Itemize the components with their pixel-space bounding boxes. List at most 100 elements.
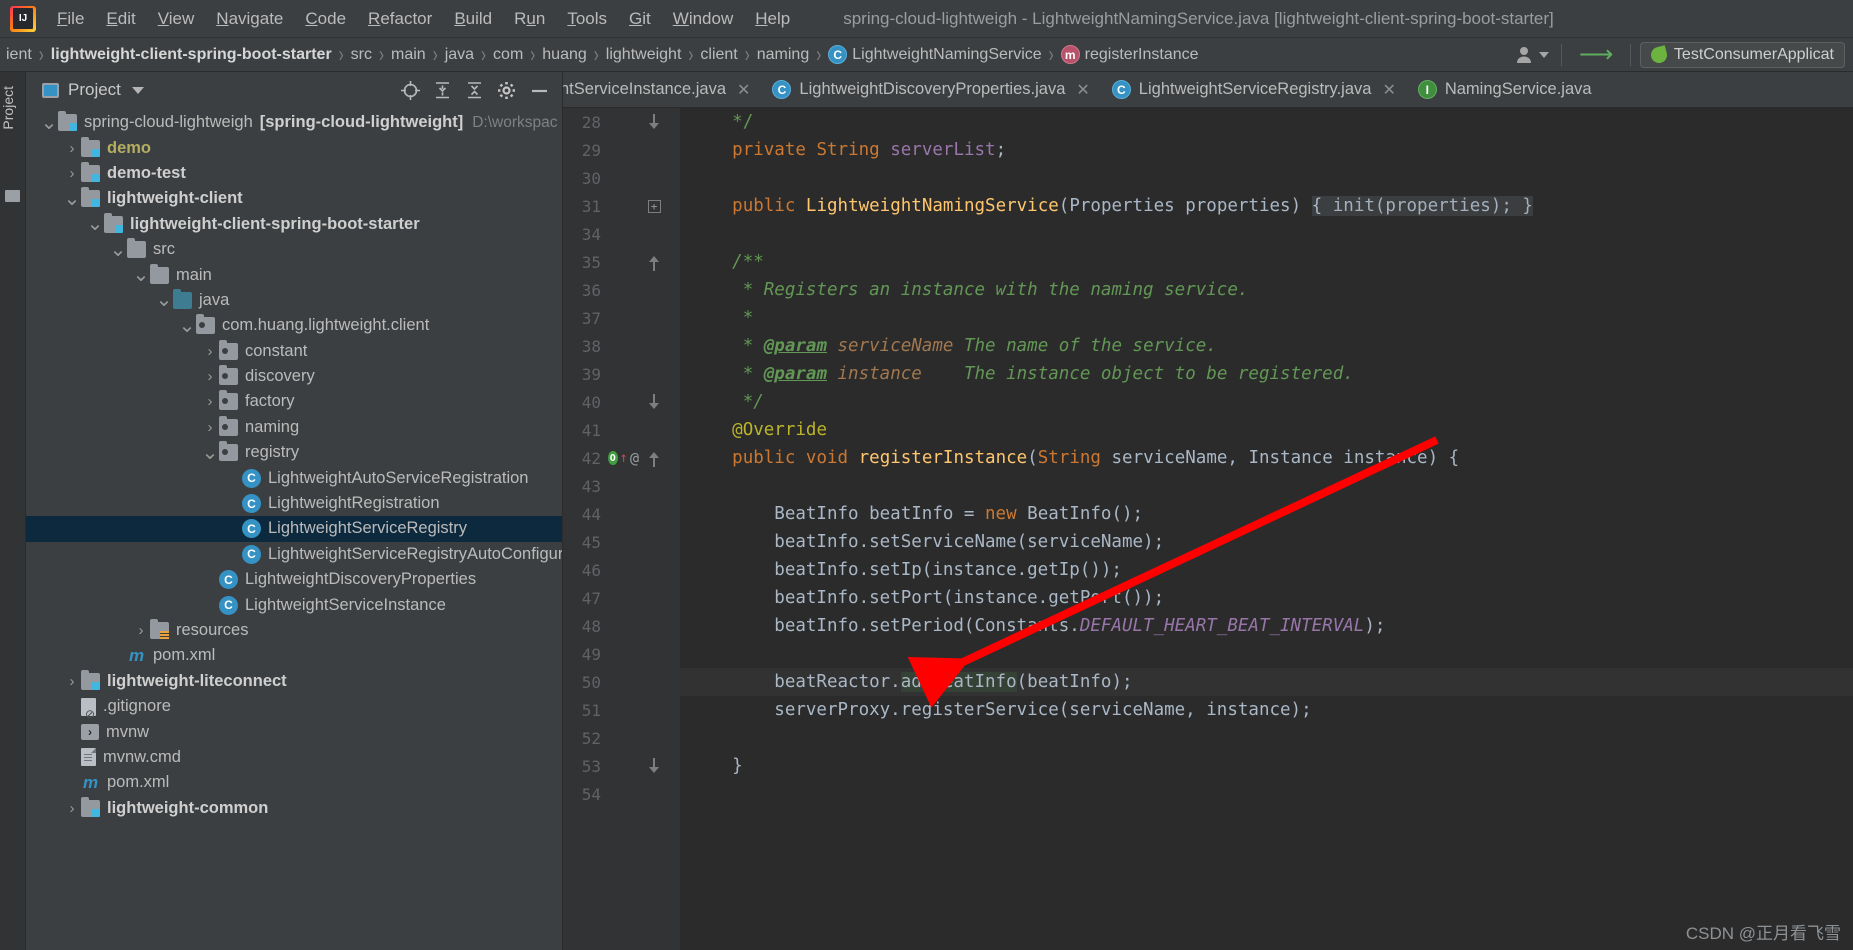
breadcrumb-item-com[interactable]: com: [489, 46, 527, 64]
gutter-line[interactable]: 47: [563, 584, 680, 612]
code-line[interactable]: beatInfo.setServiceName(serviceName);: [680, 528, 1853, 556]
gutter-line[interactable]: 44: [563, 500, 680, 528]
gutter-line[interactable]: 49: [563, 640, 680, 668]
fold-region-end-icon[interactable]: [648, 113, 660, 129]
breadcrumb-item-lightweightnamingservice[interactable]: C LightweightNamingService: [824, 45, 1045, 64]
chevron-down-icon[interactable]: [1538, 51, 1549, 58]
code-line[interactable]: beatReactor.addBeatInfo(beatInfo);: [680, 668, 1853, 696]
user-icon[interactable]: [1513, 46, 1552, 64]
breadcrumb-item-registerinstance[interactable]: m registerInstance: [1057, 45, 1203, 64]
gutter-line[interactable]: 52: [563, 724, 680, 752]
code-line[interactable]: BeatInfo beatInfo = new BeatInfo();: [680, 500, 1853, 528]
code-line[interactable]: /**: [680, 248, 1853, 276]
chevron-right-icon[interactable]: ›: [201, 419, 219, 436]
chevron-right-icon[interactable]: ›: [63, 140, 81, 157]
gutter-line[interactable]: 50: [563, 668, 680, 696]
menu-item-file[interactable]: File: [46, 6, 95, 32]
breadcrumb-item-lightweight[interactable]: lightweight: [602, 46, 686, 64]
tree-node-lightweightdiscoveryproperties[interactable]: ›CLightweightDiscoveryProperties: [26, 567, 562, 592]
menu-item-run[interactable]: Run: [503, 6, 556, 32]
project-tree[interactable]: ⌄ spring-cloud-lightweigh [spring-cloud-li…: [26, 108, 562, 821]
breadcrumb-item-src[interactable]: src: [347, 46, 376, 64]
gutter-line[interactable]: 31 +: [563, 192, 680, 220]
tree-node-lightweight-client[interactable]: ⌄ lightweight-client: [26, 186, 562, 211]
tree-node-main[interactable]: ⌄ main: [26, 262, 562, 287]
chevron-right-icon[interactable]: ›: [132, 622, 150, 639]
code-line[interactable]: *: [680, 304, 1853, 332]
fold-control[interactable]: [639, 113, 669, 129]
code-editor[interactable]: 28 29 30 31 +34 35 36 37 38 39 40 41 42 O ↑ @43 44 45 46 47…: [563, 108, 1853, 950]
fold-region-end-icon[interactable]: [648, 757, 660, 773]
code-line[interactable]: */: [680, 108, 1853, 136]
chevron-right-icon[interactable]: ›: [63, 673, 81, 690]
gutter-line[interactable]: 54: [563, 780, 680, 808]
fold-control[interactable]: +: [639, 199, 669, 213]
code-line[interactable]: private String serverList;: [680, 136, 1853, 164]
chevron-down-icon[interactable]: ⌄: [109, 240, 127, 260]
breadcrumb-item-ient[interactable]: ient: [2, 46, 36, 64]
tree-node-naming[interactable]: › naming: [26, 415, 562, 440]
gutter-line[interactable]: 40: [563, 388, 680, 416]
tree-node-java[interactable]: ⌄ java: [26, 288, 562, 313]
tree-node-registry[interactable]: ⌄ registry: [26, 440, 562, 465]
gutter-line[interactable]: 38: [563, 332, 680, 360]
tree-node-lightweight-common[interactable]: › lightweight-common: [26, 796, 562, 821]
menu-item-git[interactable]: Git: [618, 6, 662, 32]
chevron-down-icon[interactable]: ⌄: [155, 290, 173, 310]
breadcrumb-item-lightweight-client-spring-boot-starter[interactable]: lightweight-client-spring-boot-starter: [47, 46, 336, 64]
code-line[interactable]: [680, 164, 1853, 192]
gutter-line[interactable]: 53: [563, 752, 680, 780]
menu-item-tools[interactable]: Tools: [556, 6, 618, 32]
editor-tab-htserviceinstance-java[interactable]: htServiceInstance.java ✕: [563, 72, 762, 107]
collapse-all-icon[interactable]: [465, 81, 484, 100]
tree-node-lightweightregistration[interactable]: ›CLightweightRegistration: [26, 491, 562, 516]
chevron-down-icon[interactable]: ⌄: [86, 214, 104, 234]
gutter-markers[interactable]: O ↑ @: [605, 449, 639, 467]
code-line[interactable]: [680, 220, 1853, 248]
code-line[interactable]: public void registerInstance(String serv…: [680, 444, 1853, 472]
code-line[interactable]: beatInfo.setPort(instance.getPort());: [680, 584, 1853, 612]
gutter-line[interactable]: 41: [563, 416, 680, 444]
tree-node-lightweight-liteconnect[interactable]: › lightweight-liteconnect: [26, 669, 562, 694]
chevron-right-icon[interactable]: ›: [63, 800, 81, 817]
code-line[interactable]: }: [680, 752, 1853, 780]
tree-node-factory[interactable]: › factory: [26, 389, 562, 414]
tool-window-tab-project[interactable]: Project: [0, 80, 26, 136]
breadcrumb-item-huang[interactable]: huang: [538, 46, 591, 64]
gutter-line[interactable]: 36: [563, 276, 680, 304]
minimize-icon[interactable]: [529, 81, 550, 100]
chevron-right-icon[interactable]: ›: [201, 368, 219, 385]
menu-item-window[interactable]: Window: [662, 6, 744, 32]
code-lines[interactable]: */ private String serverList; public Lig…: [680, 108, 1853, 950]
chevron-right-icon[interactable]: ›: [63, 165, 81, 182]
menu-item-refactor[interactable]: Refactor: [357, 6, 443, 32]
annotation-at-icon[interactable]: @: [630, 449, 639, 467]
override-arrow-icon[interactable]: ↑: [620, 451, 628, 465]
editor-tab-namingservice-java[interactable]: I NamingService.java: [1406, 72, 1603, 107]
gutter-line[interactable]: 29: [563, 136, 680, 164]
tree-node-lightweightserviceregistry[interactable]: ›CLightweightServiceRegistry: [26, 516, 562, 542]
tree-node-lightweightserviceregistryautoconfigura[interactable]: ›CLightweightServiceRegistryAutoConfigur…: [26, 542, 562, 567]
fold-region-end-icon[interactable]: [648, 393, 660, 409]
gutter-line[interactable]: 48: [563, 612, 680, 640]
tree-node-lightweightserviceinstance[interactable]: ›CLightweightServiceInstance: [26, 592, 562, 617]
code-line[interactable]: * Registers an instance with the naming …: [680, 276, 1853, 304]
gutter-line[interactable]: 45: [563, 528, 680, 556]
fold-control[interactable]: [639, 757, 669, 773]
menu-item-build[interactable]: Build: [443, 6, 503, 32]
close-icon[interactable]: ✕: [737, 80, 750, 100]
gutter-line[interactable]: 51: [563, 696, 680, 724]
tree-node-com-huang-lightweight-client[interactable]: ⌄ com.huang.lightweight.client: [26, 313, 562, 338]
gutter-line[interactable]: 39: [563, 360, 680, 388]
editor-tab-lightweightdiscoveryproperties-java[interactable]: C LightweightDiscoveryProperties.java ✕: [761, 72, 1101, 107]
fold-expand-icon[interactable]: +: [647, 199, 661, 213]
code-line[interactable]: public LightweightNamingService(Properti…: [680, 192, 1853, 220]
gutter-line[interactable]: 30: [563, 164, 680, 192]
menu-item-view[interactable]: View: [147, 6, 206, 32]
code-line[interactable]: [680, 472, 1853, 500]
tree-node-discovery[interactable]: › discovery: [26, 364, 562, 389]
chevron-down-icon[interactable]: ⌄: [40, 113, 58, 133]
run-configuration-selector[interactable]: TestConsumerApplicat: [1639, 41, 1845, 68]
tree-node-src[interactable]: ⌄ src: [26, 237, 562, 262]
hammer-icon[interactable]: ⟵: [1571, 40, 1621, 69]
